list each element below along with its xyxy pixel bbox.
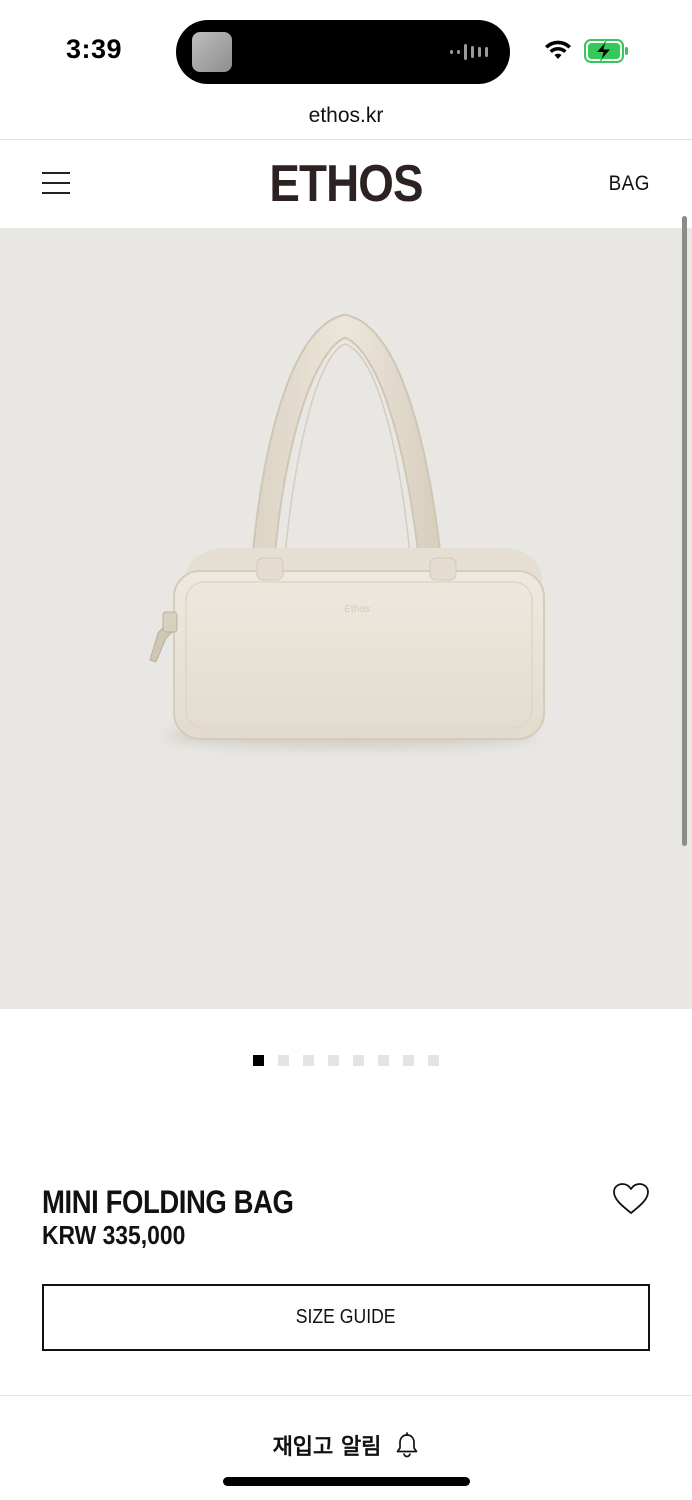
carousel-dot[interactable] (428, 1055, 439, 1066)
product-image-carousel[interactable]: Ethos (0, 228, 692, 1009)
carousel-dot[interactable] (378, 1055, 389, 1066)
carousel-dot[interactable] (253, 1055, 264, 1066)
size-guide-button[interactable]: SIZE GUIDE (42, 1284, 650, 1351)
battery-charging-icon (584, 39, 628, 63)
carousel-dot[interactable] (328, 1055, 339, 1066)
wifi-icon (545, 40, 571, 59)
site-header: ETHOS BAG (0, 140, 692, 228)
heart-outline-icon[interactable] (612, 1182, 650, 1216)
status-time: 3:39 (66, 34, 123, 64)
audio-waveform-icon (450, 43, 488, 61)
brand-logo[interactable]: ETHOS (42, 154, 651, 214)
restock-alert-label: 재입고 알림 (272, 1435, 382, 1460)
restock-alert-button[interactable]: 재입고 알림 (0, 1429, 692, 1461)
browser-url-bar[interactable]: ethos.kr (0, 100, 692, 140)
size-guide-label: SIZE GUIDE (296, 1306, 396, 1328)
product-name: MINI FOLDING BAG (42, 1184, 294, 1220)
bell-icon (397, 1432, 418, 1458)
carousel-dot[interactable] (403, 1055, 414, 1066)
product-image-bag: Ethos (149, 313, 545, 748)
carousel-dot[interactable] (278, 1055, 289, 1066)
now-playing-thumbnail (192, 32, 232, 72)
carousel-dot[interactable] (353, 1055, 364, 1066)
dynamic-island[interactable] (176, 20, 510, 84)
carousel-pagination (0, 1055, 692, 1066)
product-price: KRW 335,000 (42, 1220, 186, 1250)
home-indicator[interactable] (223, 1477, 470, 1486)
status-bar: 3:39 (0, 0, 692, 100)
category-link-bag[interactable]: BAG (609, 172, 650, 196)
page-scrollbar[interactable] (682, 216, 687, 846)
carousel-dot[interactable] (303, 1055, 314, 1066)
url-text: ethos.kr (308, 104, 384, 127)
svg-text:Ethos: Ethos (344, 604, 370, 615)
